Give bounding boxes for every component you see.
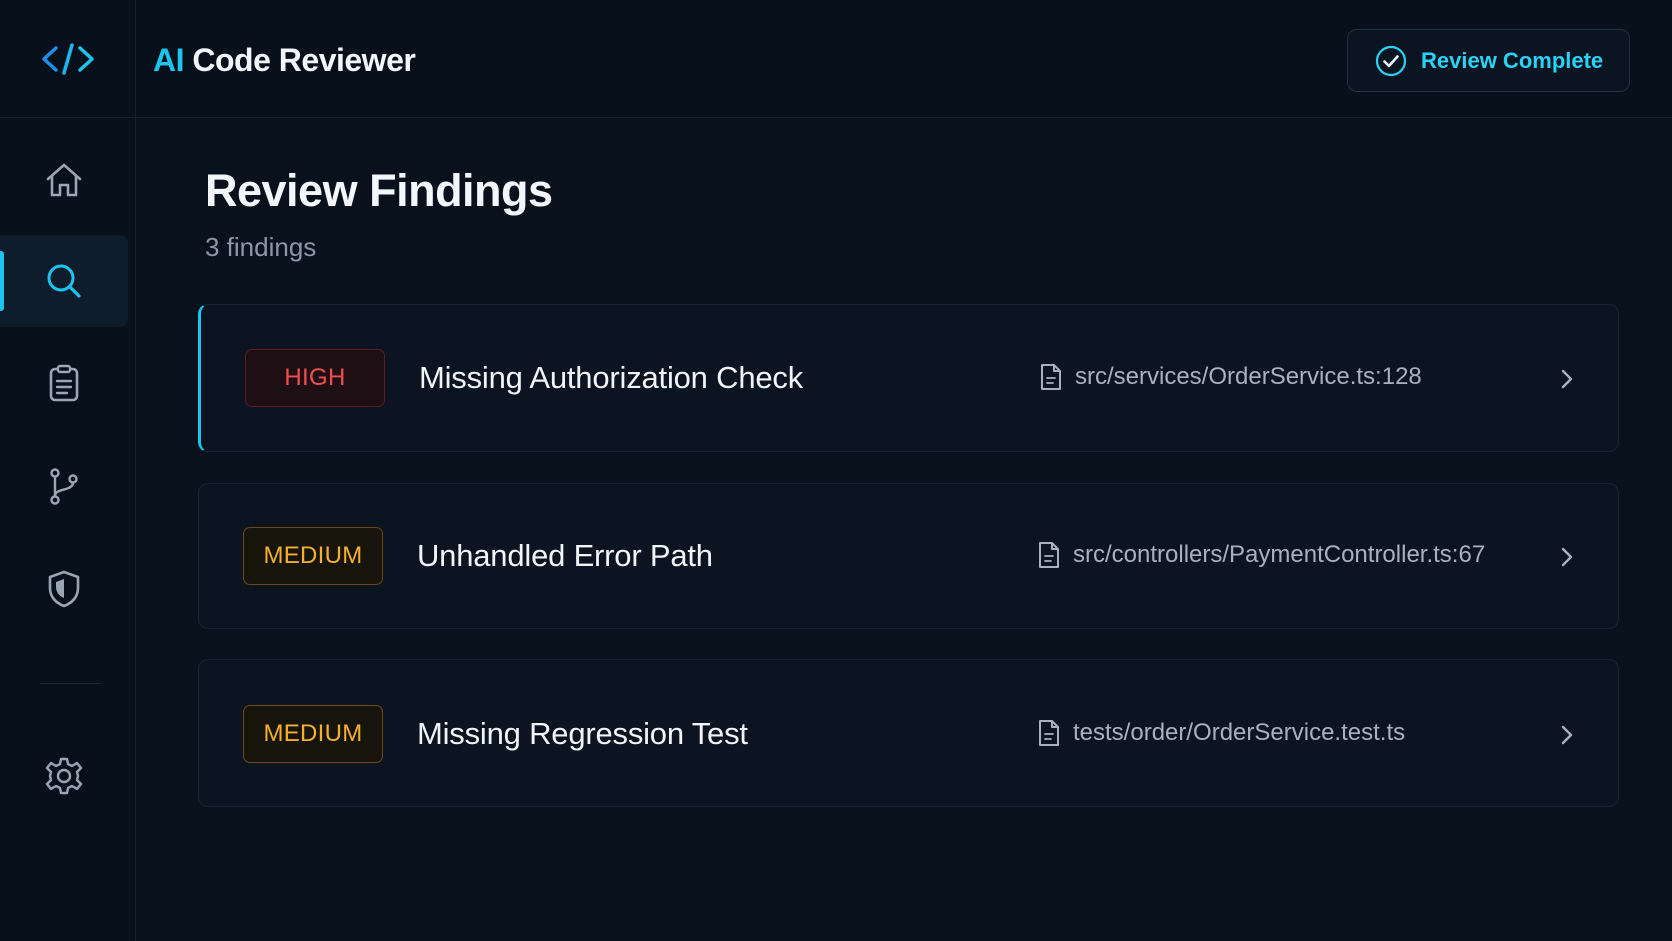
file-path: src/services/OrderService.ts:128 [1075, 363, 1422, 390]
finding-title: Missing Authorization Check [419, 360, 804, 395]
findings-count: 3 findings [205, 232, 317, 262]
top-header: AI Code Reviewer Review Complete [0, 0, 1672, 118]
chevron-right-icon [1561, 369, 1573, 389]
file-icon [1041, 364, 1061, 390]
file-icon [1039, 720, 1059, 746]
page-title: Review Findings [205, 165, 553, 216]
finding-card[interactable]: MEDIUM Unhandled Error Path src/controll… [198, 483, 1619, 629]
file-reference[interactable]: src/controllers/PaymentController.ts:67 [1037, 541, 1485, 569]
severity-badge: HIGH [245, 349, 385, 407]
check-circle-icon [1375, 45, 1407, 76]
sidebar-item-security[interactable] [0, 543, 128, 635]
sidebar [0, 118, 136, 941]
sidebar-item-reports[interactable] [0, 337, 128, 429]
finding-title: Missing Regression Test [417, 716, 748, 751]
app-title-ai: AI [153, 42, 185, 78]
shield-icon [48, 570, 80, 608]
severity-badge: MEDIUM [243, 527, 383, 585]
finding-title: Unhandled Error Path [417, 538, 713, 573]
clipboard-icon [49, 364, 79, 402]
chevron-right-icon [1561, 725, 1573, 745]
file-path: tests/order/OrderService.test.ts [1073, 719, 1406, 746]
finding-card[interactable]: MEDIUM Missing Regression Test tests/ord… [198, 659, 1619, 807]
code-brackets-icon [41, 43, 94, 75]
file-reference[interactable]: tests/order/OrderService.test.ts [1037, 719, 1405, 747]
main-content: Review Findings 3 findings HIGH Missing … [137, 119, 1672, 941]
search-icon [47, 264, 81, 298]
sidebar-item-branches[interactable] [0, 440, 128, 532]
sidebar-item-settings[interactable] [0, 730, 128, 822]
app-title: AI Code Reviewer [153, 36, 416, 84]
chevron-right-icon [1561, 547, 1573, 567]
file-reference[interactable]: src/services/OrderService.ts:128 [1039, 363, 1422, 391]
app-title-text: Code Reviewer [184, 42, 416, 78]
finding-card[interactable]: HIGH Missing Authorization Check src/ser… [198, 304, 1619, 452]
review-status-button[interactable]: Review Complete [1347, 29, 1630, 92]
review-status-label: Review Complete [1421, 47, 1604, 73]
home-icon [46, 163, 82, 197]
logo[interactable] [0, 0, 136, 118]
sidebar-divider [40, 683, 100, 684]
file-icon [1039, 542, 1059, 568]
app-window: AI Code Reviewer Review Complete Review … [0, 0, 1672, 941]
severity-badge: MEDIUM [243, 705, 383, 763]
git-branch-icon [50, 468, 78, 505]
sidebar-item-review[interactable] [0, 235, 128, 327]
file-path: src/controllers/PaymentController.ts:67 [1073, 541, 1486, 568]
sidebar-item-home[interactable] [0, 134, 128, 226]
gear-icon [45, 757, 83, 795]
